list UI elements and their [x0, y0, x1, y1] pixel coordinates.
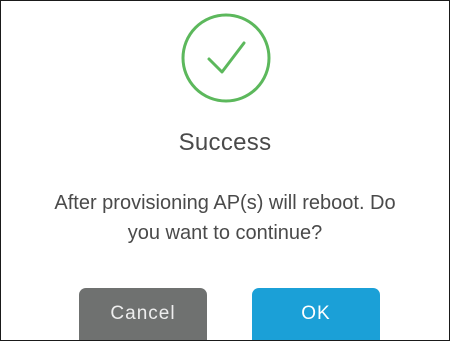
ok-button[interactable]: OK [252, 288, 380, 340]
success-dialog: Success After provisioning AP(s) will re… [0, 0, 450, 341]
success-check-icon [181, 13, 271, 103]
dialog-message: After provisioning AP(s) will reboot. Do… [1, 188, 449, 248]
dialog-message-line-2: you want to continue? [127, 222, 323, 244]
dialog-message-line-1: After provisioning AP(s) will reboot. Do [54, 192, 396, 214]
cancel-button[interactable]: Cancel [79, 288, 207, 340]
dialog-title: Success [178, 129, 272, 156]
